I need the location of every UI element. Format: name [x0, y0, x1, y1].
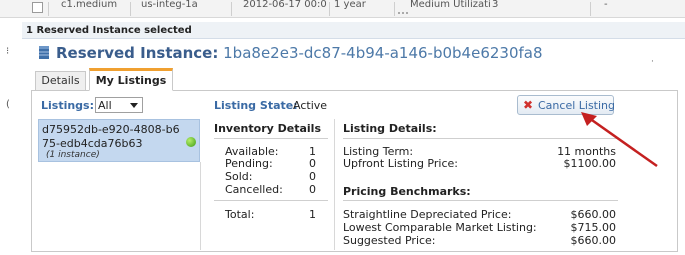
instances-table-row[interactable]: c1.medium us-integ-1a 2012-06-17 00:0 1 …	[0, 0, 685, 18]
listing-list-column	[38, 162, 201, 250]
inventory-total-label: Total:	[225, 208, 255, 221]
listings-filter-select[interactable]: All	[95, 97, 143, 113]
table-cell-type: c1.medium	[61, 0, 118, 10]
upfront-price-label: Upfront Listing Price:	[343, 157, 458, 170]
straightline-price-value: $660.00	[570, 208, 617, 221]
column-divider	[329, 2, 330, 16]
listing-id: d75952db-e920-4808-b675-edb4cda76b63	[42, 123, 180, 150]
lowest-market-label: Lowest Comparable Market Listing:	[343, 221, 537, 234]
reserved-instance-icon	[38, 45, 50, 60]
annotation-arrow-icon	[581, 112, 658, 168]
listing-list-item[interactable]: d75952db-e920-4808-b675-edb4cda76b63 (1 …	[38, 119, 200, 162]
divider	[214, 138, 328, 139]
straightline-price-label: Straightline Depreciated Price:	[343, 208, 512, 221]
listing-instance-count: (1 instance)	[46, 150, 100, 160]
table-cell-term: 1 year	[334, 0, 366, 10]
chevron-down-icon	[130, 103, 138, 108]
pane-edge-mark-icon: (	[6, 99, 10, 110]
suggested-price-value: $660.00	[570, 234, 617, 247]
inventory-pending-label: Pending:	[225, 157, 273, 170]
column-divider	[334, 119, 335, 250]
inventory-total-value: 1	[309, 208, 316, 221]
resize-grip-icon[interactable]	[398, 12, 410, 16]
inventory-pending-value: 0	[309, 157, 316, 170]
column-divider	[48, 2, 49, 16]
suggested-price-label: Suggested Price:	[343, 234, 436, 247]
tab-my-listings[interactable]: My Listings	[89, 68, 173, 91]
page-title-prefix: Reserved Instance:	[56, 44, 219, 62]
listings-filter-value: All	[98, 99, 112, 112]
row-checkbox[interactable]	[32, 2, 43, 13]
column-divider	[590, 2, 591, 16]
inventory-sold-label: Sold:	[225, 170, 253, 183]
pricing-benchmarks-title: Pricing Benchmarks:	[343, 185, 471, 198]
inventory-cancelled-label: Cancelled:	[225, 183, 283, 196]
listing-details-title: Listing Details:	[343, 122, 437, 135]
reserved-instance-id: 1ba8e2e3-dc87-4b94-a146-b0b4e6230fa8	[223, 44, 543, 62]
inventory-cancelled-value: 0	[309, 183, 316, 196]
tab-details[interactable]: Details	[35, 71, 86, 90]
pane-resize-handle-icon[interactable]: ⁝	[6, 46, 9, 57]
listing-state-label: Listing State:	[214, 99, 298, 112]
table-cell-zone: us-integ-1a	[141, 0, 198, 10]
lowest-market-value: $715.00	[570, 221, 617, 234]
inventory-sold-value: 0	[309, 170, 316, 183]
listings-filter-label: Listings:	[41, 99, 95, 112]
column-divider	[231, 2, 232, 16]
table-cell-status: -	[604, 0, 608, 10]
listing-active-status-icon	[186, 137, 196, 147]
selection-count-text: 1 Reserved Instance selected	[26, 25, 192, 36]
close-icon: ✖	[523, 98, 534, 112]
selection-header: 1 Reserved Instance selected	[22, 22, 685, 39]
column-divider	[394, 2, 395, 16]
page-title: Reserved Instance: 1ba8e2e3-dc87-4b94-a1…	[56, 44, 543, 62]
listing-state-value: Active	[293, 99, 328, 112]
divider	[214, 200, 328, 201]
table-cell-count: 3	[492, 0, 499, 10]
table-cell-offering: Medium Utilizati	[410, 0, 490, 10]
table-cell-start: 2012-06-17 00:0	[243, 0, 327, 10]
divider	[343, 200, 618, 201]
window-dot-icon: ·	[651, 57, 654, 67]
column-divider	[130, 2, 131, 16]
inventory-details-title: Inventory Details	[214, 122, 321, 135]
